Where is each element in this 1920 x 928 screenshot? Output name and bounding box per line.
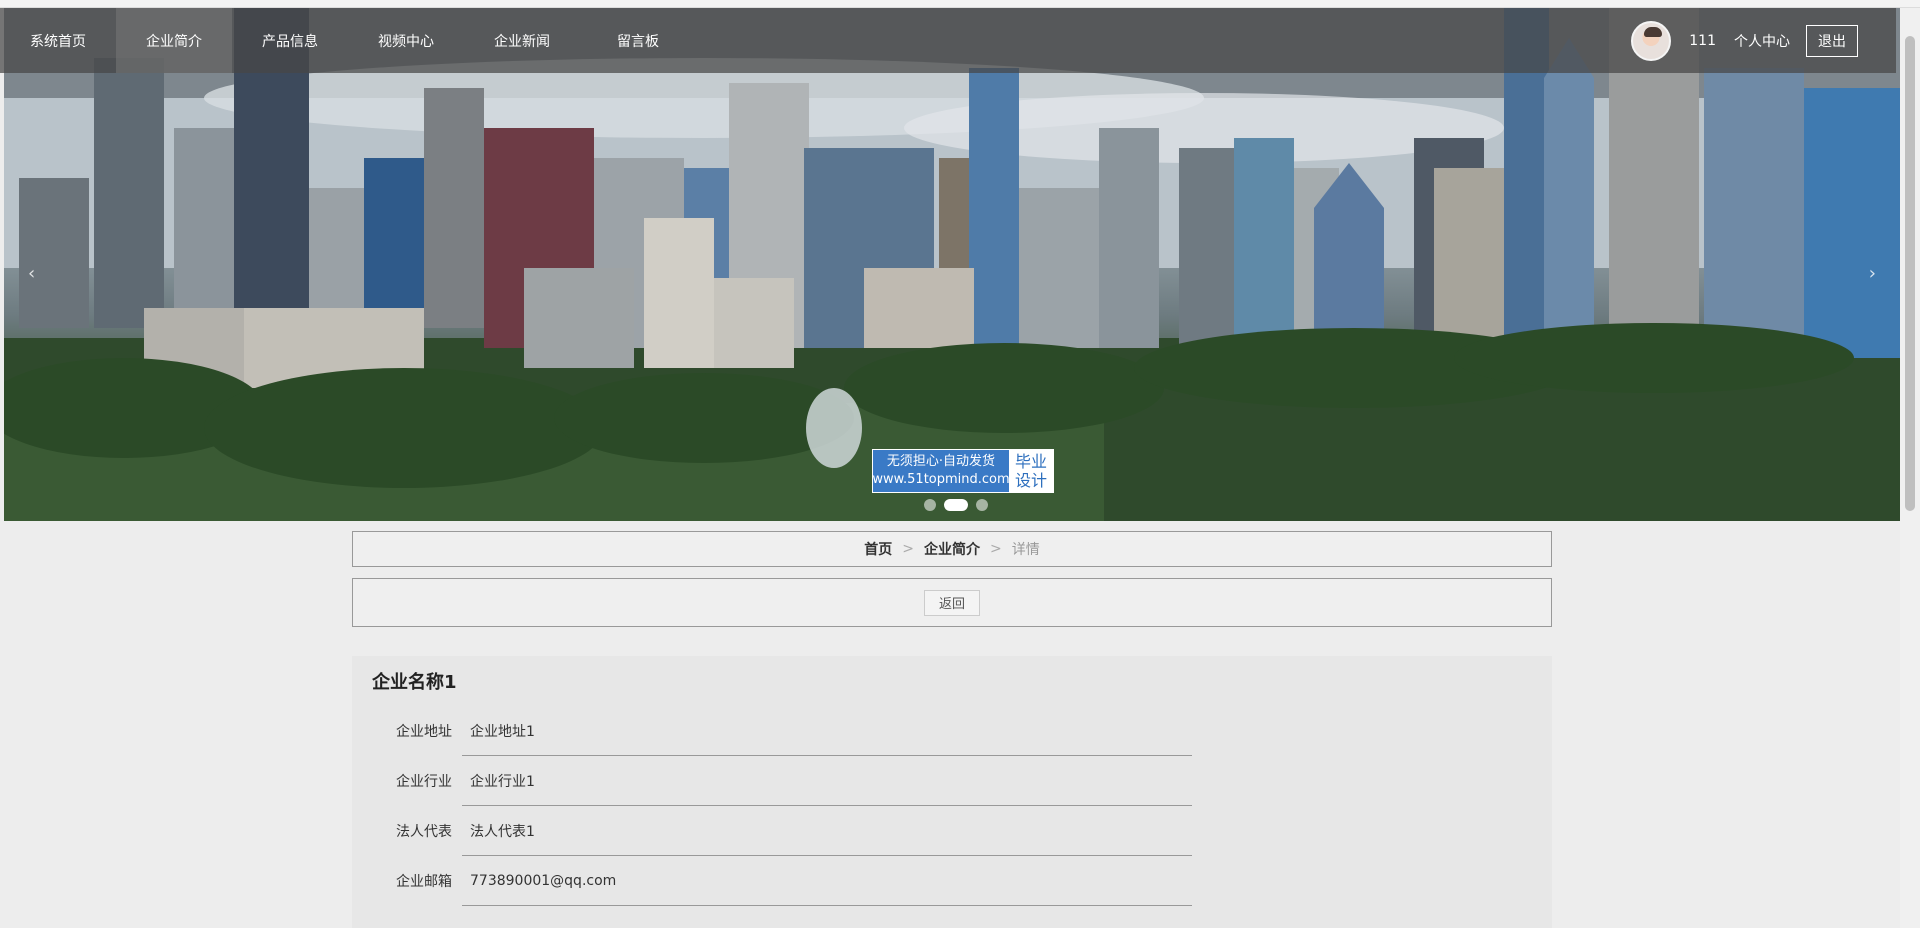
nav-item-home[interactable]: 系统首页 bbox=[0, 8, 116, 73]
watermark-right-line1: 毕业 bbox=[1014, 452, 1047, 471]
back-bar: 返回 bbox=[352, 578, 1552, 627]
profile-link[interactable]: 个人中心 bbox=[1734, 31, 1790, 51]
field-value: 企业地址1 bbox=[462, 706, 1192, 756]
field-label: 企业邮箱 bbox=[396, 874, 452, 890]
field-company-industry: 企业行业 企业行业1 bbox=[352, 756, 1192, 806]
field-company-email: 企业邮箱 773890001@qq.com bbox=[352, 856, 1192, 906]
browser-top-edge bbox=[0, 0, 1920, 8]
avatar[interactable] bbox=[1631, 20, 1672, 61]
company-name-title: 企业名称1 bbox=[372, 672, 457, 693]
breadcrumb-separator: > bbox=[990, 541, 1002, 557]
field-value: 773890001@qq.com bbox=[462, 856, 1192, 906]
carousel-dot[interactable] bbox=[976, 499, 988, 511]
watermark-left: 无须担心·自动发货 www.51topmind.com bbox=[872, 450, 1010, 492]
nav-item-message-board[interactable]: 留言板 bbox=[580, 8, 696, 73]
carousel-prev-arrow-icon[interactable]: ‹ bbox=[28, 263, 35, 284]
nav-item-company-intro[interactable]: 企业简介 bbox=[116, 8, 232, 73]
city-skyline-image bbox=[4, 8, 1900, 521]
watermark-url: www.51topmind.com bbox=[872, 472, 1010, 487]
breadcrumb-home[interactable]: 首页 bbox=[864, 539, 892, 559]
page-scrollbar[interactable] bbox=[1900, 8, 1920, 928]
field-value: 企业行业1 bbox=[462, 756, 1192, 806]
company-detail-card: 企业名称1 企业地址 企业地址1 企业行业 企业行业1 法人代表 法人代表1 企… bbox=[352, 656, 1552, 928]
nav-user-area: 111 个人中心 退出 bbox=[1631, 8, 1896, 73]
breadcrumb-separator: > bbox=[902, 541, 914, 557]
user-name: 111 bbox=[1689, 32, 1716, 49]
nav-item-products[interactable]: 产品信息 bbox=[232, 8, 348, 73]
back-button[interactable]: 返回 bbox=[923, 589, 980, 616]
scrollbar-thumb[interactable] bbox=[1905, 36, 1915, 511]
carousel-dot[interactable] bbox=[924, 499, 936, 511]
carousel-next-arrow-icon[interactable]: › bbox=[1869, 263, 1876, 284]
field-company-address: 企业地址 企业地址1 bbox=[352, 706, 1192, 756]
nav-item-video-center[interactable]: 视频中心 bbox=[348, 8, 464, 73]
breadcrumb-section[interactable]: 企业简介 bbox=[924, 539, 980, 559]
field-value: 法人代表1 bbox=[462, 806, 1192, 856]
field-label: 法人代表 bbox=[396, 824, 452, 840]
watermark-badge: 无须担心·自动发货 www.51topmind.com 毕业 设计 bbox=[872, 449, 1054, 493]
watermark-slogan: 无须担心·自动发货 bbox=[886, 454, 996, 469]
watermark-right-line2: 设计 bbox=[1014, 471, 1047, 490]
field-label: 企业地址 bbox=[396, 724, 452, 740]
breadcrumb: 首页 > 企业简介 > 详情 bbox=[352, 531, 1552, 567]
top-navbar: 系统首页 企业简介 产品信息 视频中心 企业新闻 留言板 111 个人中心 退出 bbox=[0, 8, 1896, 73]
carousel-dots bbox=[924, 499, 988, 511]
breadcrumb-current: 详情 bbox=[1011, 542, 1040, 558]
hero-banner: ‹ › 无须担心·自动发货 www.51topmind.com 毕业 设计 bbox=[4, 8, 1900, 521]
field-label: 企业行业 bbox=[396, 774, 452, 790]
nav-item-company-news[interactable]: 企业新闻 bbox=[464, 8, 580, 73]
carousel-dot-active[interactable] bbox=[944, 499, 968, 511]
watermark-right: 毕业 设计 bbox=[1009, 450, 1053, 492]
field-legal-representative: 法人代表 法人代表1 bbox=[352, 806, 1192, 856]
logout-button[interactable]: 退出 bbox=[1806, 24, 1858, 57]
